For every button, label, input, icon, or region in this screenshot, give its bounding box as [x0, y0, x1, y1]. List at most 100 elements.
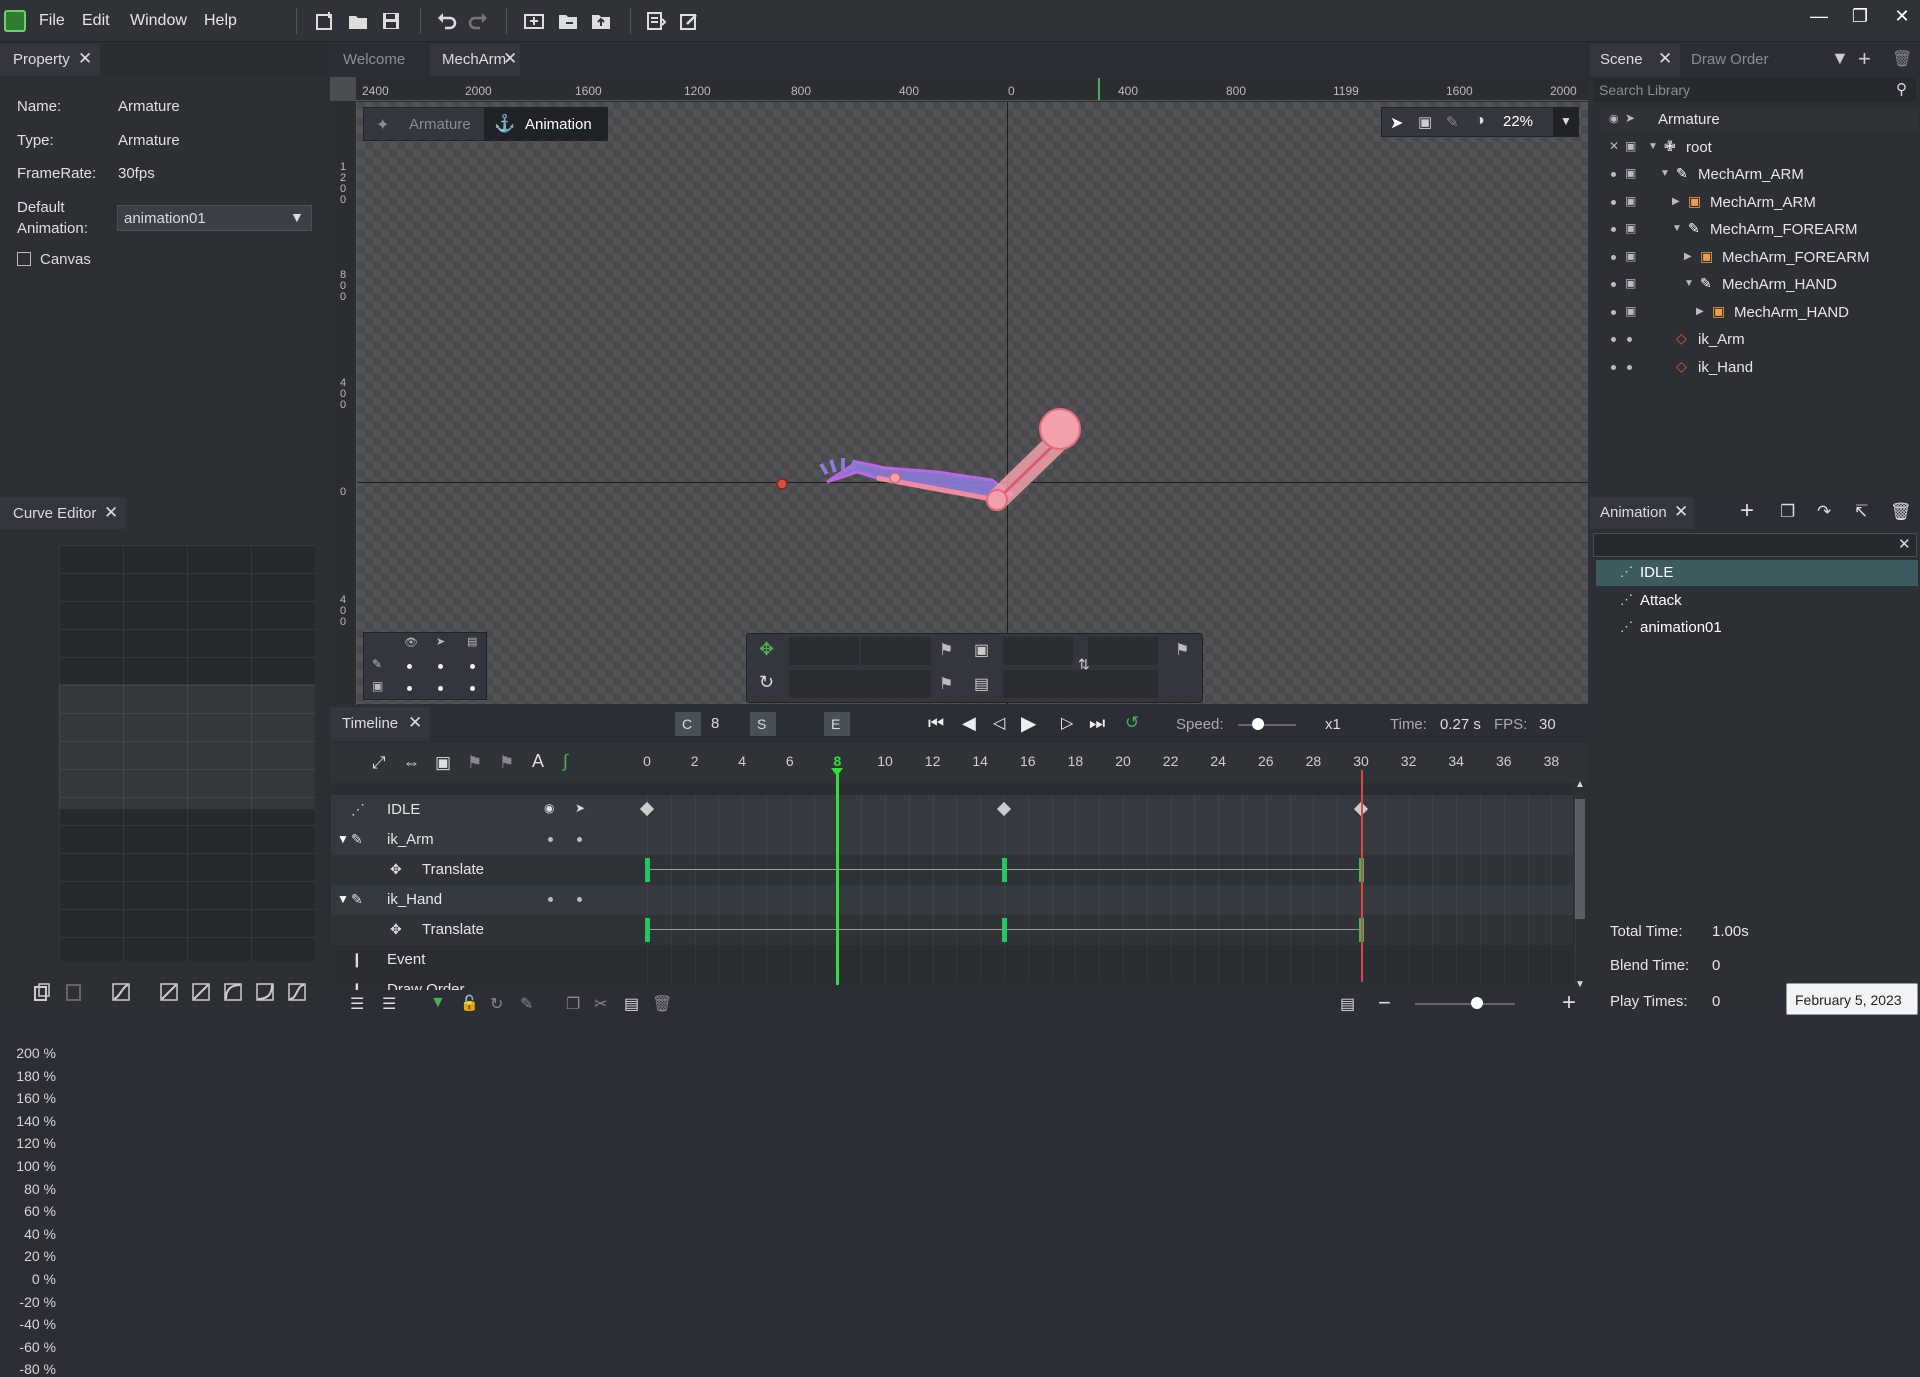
- scene-tree-item[interactable]: ◇ ik_Hand: [1600, 355, 1918, 381]
- edit-icon[interactable]: [678, 10, 700, 32]
- lock-icon[interactable]: 🔓: [460, 994, 479, 1012]
- end-frame-marker[interactable]: [1361, 770, 1363, 982]
- curve-ease-in-icon[interactable]: [191, 982, 211, 1002]
- add-animation-icon[interactable]: +: [1740, 497, 1754, 525]
- ruler-icon[interactable]: ▤: [1340, 994, 1355, 1014]
- menu-help[interactable]: Help: [204, 12, 237, 30]
- scene-tree-item[interactable]: ▣ ▼ ✎ MechArm_FOREARM: [1600, 217, 1918, 243]
- filter-icon[interactable]: ▼: [430, 994, 446, 1012]
- toggle-dot[interactable]: [438, 686, 443, 691]
- close-icon[interactable]: ✕: [78, 49, 92, 69]
- close-icon[interactable]: ✕: [408, 713, 422, 733]
- curve-toggle-icon[interactable]: ∫: [563, 751, 568, 772]
- speed-slider-handle[interactable]: [1252, 718, 1264, 730]
- lock-icon[interactable]: ▣: [1625, 139, 1636, 153]
- import-icon[interactable]: [523, 10, 545, 32]
- visibility-dot[interactable]: [1611, 364, 1616, 370]
- lock-icon[interactable]: ▣: [1625, 249, 1636, 263]
- scene-tree-item[interactable]: ◇ ik_Arm: [1600, 327, 1918, 353]
- scroll-thumb[interactable]: [1575, 799, 1585, 919]
- visibility-dot[interactable]: [1611, 227, 1616, 232]
- default-animation-select[interactable]: animation01 ▼: [117, 205, 312, 231]
- timeline-track[interactable]: ▼ ✎ ik_Hand: [331, 885, 1573, 915]
- lock-icon[interactable]: ▣: [1625, 221, 1636, 235]
- armature-mode-button[interactable]: ✦ Armature: [364, 108, 483, 140]
- toggle-dot[interactable]: [470, 686, 475, 691]
- timeline-track[interactable]: ✥ Translate: [331, 855, 1573, 885]
- chevron-right-icon[interactable]: ▶: [1684, 251, 1692, 262]
- s-button[interactable]: S: [750, 712, 776, 736]
- blend-time-value[interactable]: 0: [1712, 957, 1720, 974]
- eye-icon[interactable]: 👁: [404, 636, 418, 649]
- scene-tree-item[interactable]: ▣ ▶ ▣ MechArm_ARM: [1600, 190, 1918, 216]
- clear-icon[interactable]: ✕: [1898, 535, 1911, 553]
- next-frame-icon[interactable]: ▷: [1061, 713, 1073, 733]
- scale-y-input[interactable]: [1088, 637, 1158, 665]
- minimize-icon[interactable]: —: [1807, 6, 1831, 30]
- toggle-dot[interactable]: [407, 686, 412, 691]
- lock-icon[interactable]: ▤: [467, 635, 477, 648]
- position-y-input[interactable]: [861, 637, 931, 665]
- lock-dot[interactable]: [1627, 364, 1632, 370]
- rotation-input[interactable]: [789, 670, 931, 698]
- onion-skin-icon[interactable]: ◑: [1475, 112, 1485, 130]
- import-animation-icon[interactable]: ↷: [1817, 502, 1831, 522]
- toggle-dot[interactable]: [438, 664, 443, 669]
- stage-viewport[interactable]: ✦ Armature ⚓ Animation ➤ ▣ ✎ ◑ 22% ▼ 👁 ➤…: [357, 102, 1588, 704]
- playhead-handle[interactable]: [831, 768, 844, 776]
- restore-icon[interactable]: ❐: [1848, 6, 1872, 30]
- visibility-dot[interactable]: [1611, 282, 1616, 287]
- visibility-dot[interactable]: [1611, 309, 1616, 315]
- list-indent-icon[interactable]: ☰: [382, 994, 396, 1014]
- list-icon[interactable]: ☰: [350, 994, 364, 1014]
- tab-property[interactable]: Property ✕: [0, 44, 100, 76]
- draw-bone-icon[interactable]: ✎: [1446, 113, 1459, 131]
- eye-icon[interactable]: ◉: [544, 801, 554, 815]
- animation-filter-input[interactable]: ✕: [1593, 533, 1917, 557]
- menu-edit[interactable]: Edit: [82, 12, 110, 30]
- animation-mode-button[interactable]: ⚓ Animation: [484, 108, 608, 140]
- tab-draw-order[interactable]: Draw Order: [1691, 51, 1769, 68]
- visibility-dot[interactable]: [1611, 337, 1616, 342]
- zoom-dropdown[interactable]: ▼: [1553, 108, 1579, 136]
- paste-curve-icon[interactable]: [64, 982, 84, 1002]
- mech-arm-artwork[interactable]: [357, 102, 1588, 704]
- close-window-icon[interactable]: ✕: [1890, 6, 1914, 30]
- close-icon[interactable]: ✕: [503, 49, 517, 69]
- curve-reset-icon[interactable]: [111, 982, 131, 1002]
- scroll-down-icon[interactable]: ▼: [1575, 979, 1585, 990]
- chevron-down-icon[interactable]: ▼: [1648, 141, 1658, 152]
- select-arrow-icon[interactable]: ➤: [1390, 113, 1403, 133]
- key-left-icon[interactable]: ⚑: [467, 753, 482, 773]
- toggle-dot[interactable]: [407, 664, 412, 669]
- scene-tree-item[interactable]: ◉ ➤ Armature: [1600, 107, 1918, 133]
- chevron-down-icon[interactable]: ▼: [337, 892, 349, 906]
- chevron-down-icon[interactable]: ▼: [1660, 168, 1670, 179]
- copy-animation-icon[interactable]: ❐: [1780, 502, 1795, 522]
- open-folder-icon[interactable]: [347, 10, 369, 32]
- timeline-track[interactable]: ✥ Translate: [331, 915, 1573, 945]
- toggle-dot[interactable]: [470, 664, 475, 669]
- sync-icon[interactable]: ↻: [490, 994, 503, 1014]
- tab-mecharm[interactable]: MechArm ✕: [430, 44, 520, 76]
- zoom-out-icon[interactable]: −: [1378, 990, 1391, 1016]
- prev-key-icon[interactable]: ◀: [962, 713, 976, 734]
- key-right-icon[interactable]: ⚑: [499, 753, 514, 773]
- position-x-input[interactable]: [789, 637, 859, 665]
- delete-frame-icon[interactable]: 🗑: [652, 994, 672, 1014]
- lock-icon[interactable]: ▣: [1625, 276, 1636, 290]
- timeline-zoom-slider[interactable]: [1415, 1003, 1515, 1005]
- auto-key-icon[interactable]: A: [532, 751, 544, 772]
- tab-timeline[interactable]: Timeline ✕: [330, 707, 430, 741]
- chevron-down-icon[interactable]: ▼: [1684, 278, 1694, 289]
- speed-slider[interactable]: [1238, 724, 1296, 726]
- animation-list-item[interactable]: ⋰ Attack: [1596, 588, 1918, 614]
- export-icon[interactable]: [557, 10, 579, 32]
- flag-icon[interactable]: ⚑: [939, 640, 953, 660]
- current-frame-value[interactable]: 8: [711, 715, 719, 732]
- play-icon[interactable]: ▶: [1021, 711, 1036, 736]
- prev-frame-icon[interactable]: ◁: [993, 713, 1005, 733]
- delete-animation-icon[interactable]: 🗑: [1890, 502, 1912, 522]
- brush-icon[interactable]: ✎: [520, 994, 533, 1014]
- undo-icon[interactable]: [436, 10, 458, 32]
